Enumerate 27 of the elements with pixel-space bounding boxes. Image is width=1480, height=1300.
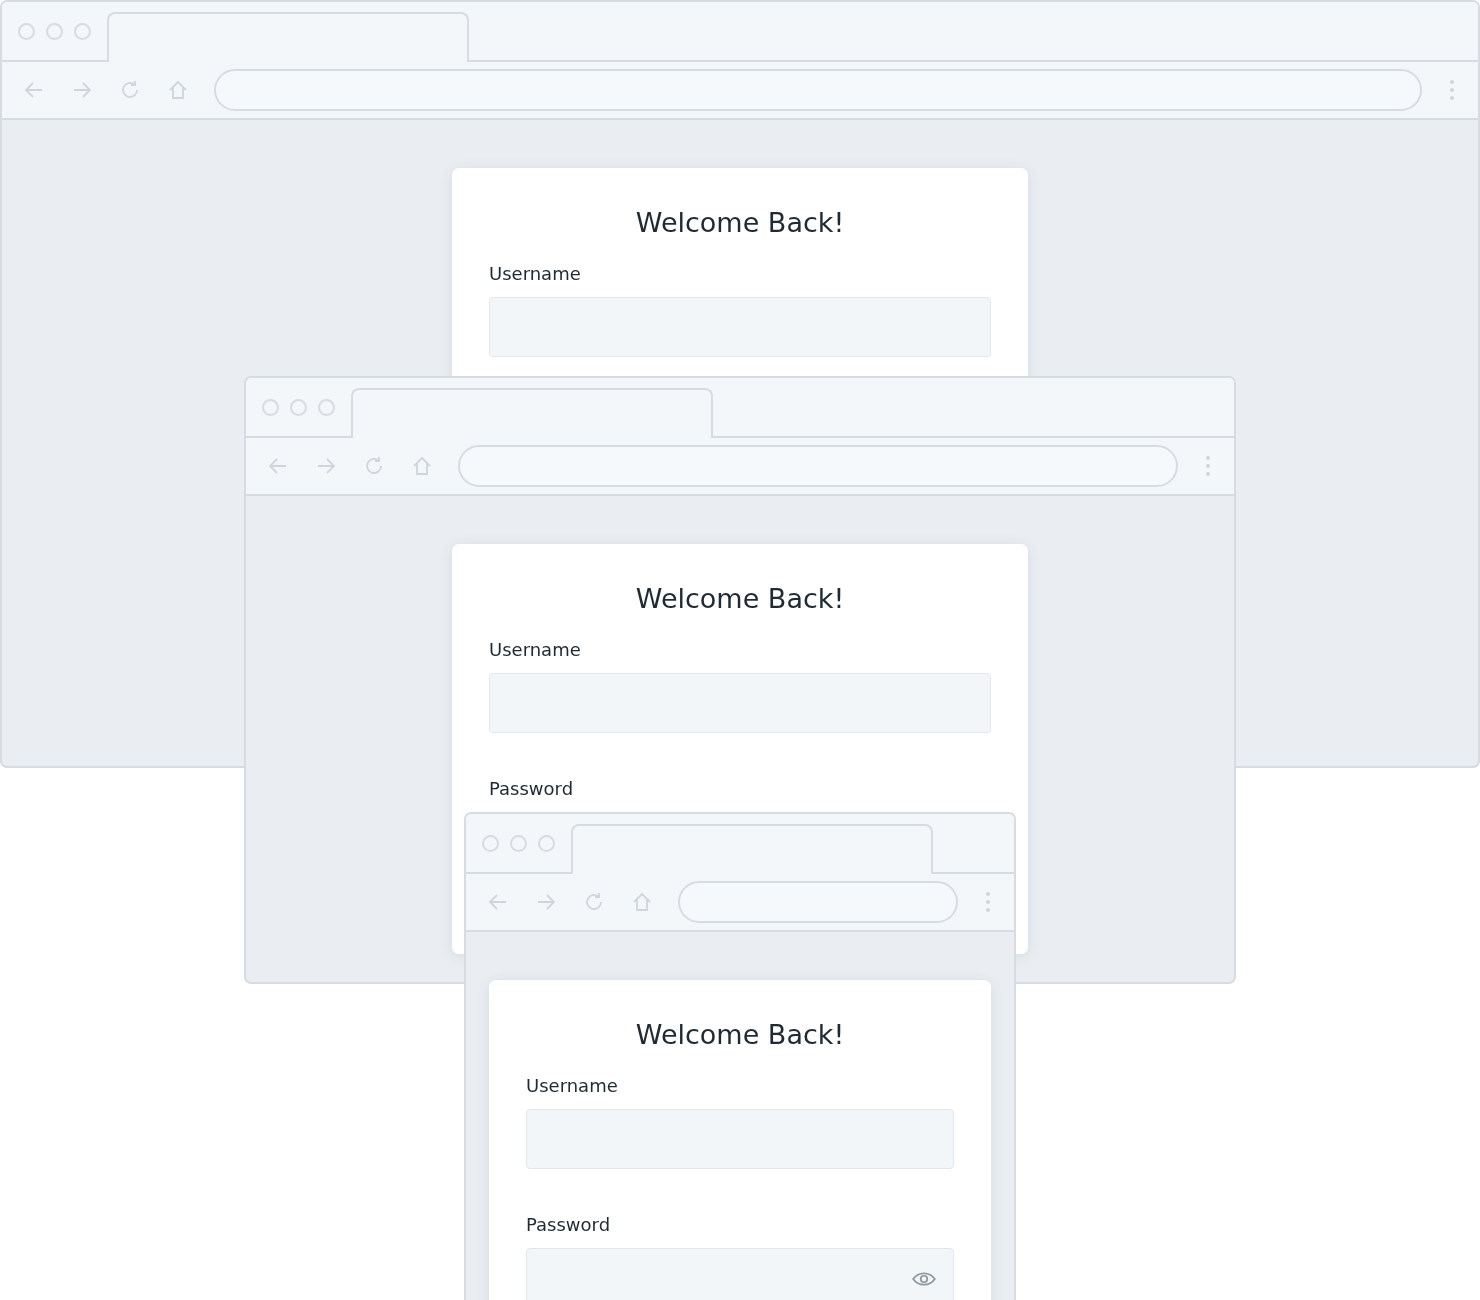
- browser-tab[interactable]: [571, 824, 933, 874]
- window-control-button[interactable]: [46, 22, 63, 40]
- browser-tab[interactable]: [107, 12, 469, 62]
- address-bar[interactable]: [458, 445, 1178, 487]
- window-control-button[interactable]: [510, 834, 527, 852]
- window-control-button[interactable]: [482, 834, 499, 852]
- field-label: Password: [489, 777, 575, 801]
- text-field[interactable]: [526, 1109, 954, 1169]
- field-label: Password: [526, 1213, 612, 1237]
- field-label: Username: [489, 262, 582, 286]
- card-title: Welcome Back!: [634, 582, 846, 616]
- text-field[interactable]: [489, 673, 991, 733]
- field-label: Username: [526, 1074, 619, 1098]
- card-title: Welcome Back!: [634, 1018, 846, 1052]
- address-bar[interactable]: [678, 881, 958, 923]
- window-control-button[interactable]: [318, 398, 335, 416]
- field-label: Username: [489, 638, 582, 662]
- window-control-button[interactable]: [18, 22, 35, 40]
- window-control-button[interactable]: [262, 398, 279, 416]
- text-field[interactable]: [489, 297, 991, 357]
- window-control-button[interactable]: [290, 398, 307, 416]
- address-bar[interactable]: [214, 69, 1422, 111]
- card-title: Welcome Back!: [634, 206, 846, 240]
- password-field[interactable]: [526, 1248, 954, 1300]
- window-control-button[interactable]: [74, 22, 91, 40]
- browser-tab[interactable]: [351, 388, 713, 438]
- window-control-button[interactable]: [538, 834, 555, 852]
